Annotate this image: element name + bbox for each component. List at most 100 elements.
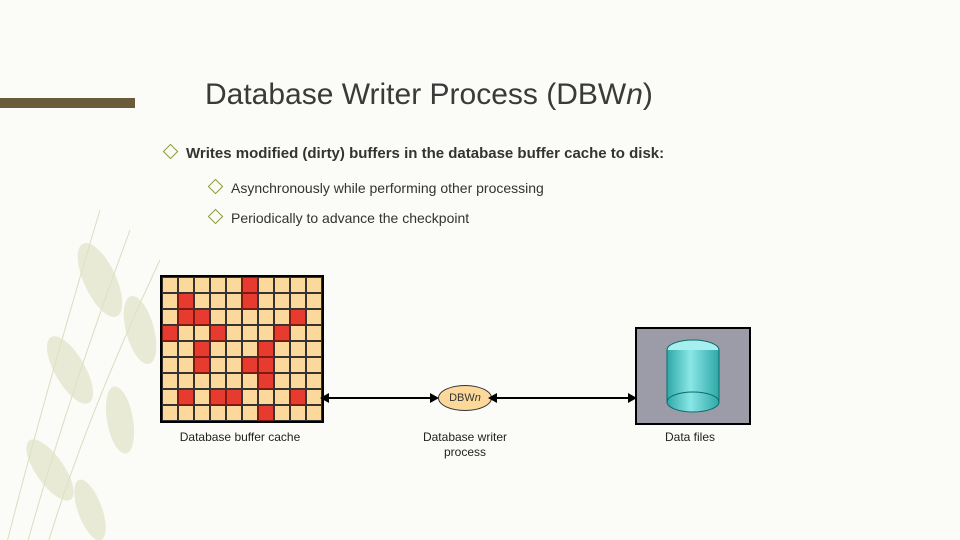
bullet-main: Writes modified (dirty) buffers in the d… — [165, 145, 865, 162]
buffer-cell — [274, 309, 290, 325]
buffer-cell — [162, 389, 178, 405]
buffer-cell — [290, 405, 306, 421]
buffer-cell — [306, 277, 322, 293]
arrow-cache-to-writer — [322, 397, 437, 399]
buffer-cell — [194, 405, 210, 421]
buffer-cell — [306, 405, 322, 421]
buffer-cell — [210, 373, 226, 389]
dirty-buffer-cell — [162, 325, 178, 341]
buffer-cell — [306, 373, 322, 389]
buffer-cell — [162, 373, 178, 389]
dbwn-n: n — [475, 392, 481, 404]
buffer-cell — [274, 341, 290, 357]
buffer-cache-grid — [160, 275, 324, 423]
buffer-cell — [242, 309, 258, 325]
dirty-buffer-cell — [290, 389, 306, 405]
buffer-cell — [162, 309, 178, 325]
buffer-cell — [194, 373, 210, 389]
disk-cylinder-icon — [663, 339, 723, 413]
buffer-cell — [226, 357, 242, 373]
dirty-buffer-cell — [258, 357, 274, 373]
dirty-buffer-cell — [290, 309, 306, 325]
buffer-cell — [210, 341, 226, 357]
bullet-sub-1: Asynchronously while performing other pr… — [210, 180, 865, 196]
buffer-cell — [274, 357, 290, 373]
buffer-cell — [178, 325, 194, 341]
buffer-cell — [274, 389, 290, 405]
dirty-buffer-cell — [194, 309, 210, 325]
bullet-list: Writes modified (dirty) buffers in the d… — [165, 145, 865, 240]
accent-bar — [0, 98, 135, 108]
buffer-cell — [226, 405, 242, 421]
label-writer-process: Database writer process — [410, 430, 520, 460]
buffer-cell — [226, 373, 242, 389]
dirty-buffer-cell — [178, 389, 194, 405]
dirty-buffer-cell — [258, 405, 274, 421]
dbwn-process-oval: DBWn — [438, 385, 492, 411]
buffer-cell — [178, 357, 194, 373]
buffer-cell — [306, 325, 322, 341]
buffer-cell — [290, 325, 306, 341]
buffer-cell — [210, 277, 226, 293]
dirty-buffer-cell — [258, 341, 274, 357]
buffer-cell — [306, 357, 322, 373]
dbwn-prefix: DBW — [449, 392, 475, 404]
buffer-cell — [194, 389, 210, 405]
label-data-files: Data files — [650, 430, 730, 445]
data-files-box — [635, 327, 751, 425]
diagram: DBWn Database buffer cache Database writ… — [160, 275, 860, 505]
buffer-cell — [242, 389, 258, 405]
dirty-buffer-cell — [242, 357, 258, 373]
buffer-cell — [274, 277, 290, 293]
buffer-cell — [258, 309, 274, 325]
buffer-cell — [242, 373, 258, 389]
label-buffer-cache: Database buffer cache — [175, 430, 305, 445]
bullet-sub-2: Periodically to advance the checkpoint — [210, 210, 865, 226]
buffer-cell — [194, 277, 210, 293]
buffer-cell — [162, 357, 178, 373]
dirty-buffer-cell — [242, 277, 258, 293]
buffer-cell — [274, 293, 290, 309]
buffer-cell — [178, 373, 194, 389]
buffer-cell — [210, 309, 226, 325]
dirty-buffer-cell — [258, 373, 274, 389]
buffer-cell — [194, 325, 210, 341]
diamond-icon — [208, 179, 224, 195]
buffer-cell — [162, 293, 178, 309]
diamond-icon — [163, 144, 179, 160]
buffer-cell — [306, 309, 322, 325]
dirty-buffer-cell — [242, 293, 258, 309]
bullet-main-text: Writes modified (dirty) buffers in the d… — [186, 145, 664, 162]
buffer-cell — [242, 325, 258, 341]
buffer-cell — [162, 405, 178, 421]
arrow-writer-to-disk — [490, 397, 635, 399]
dirty-buffer-cell — [178, 309, 194, 325]
buffer-cell — [226, 341, 242, 357]
slide-title: Database Writer Process (DBWn) — [205, 78, 653, 112]
buffer-cell — [258, 293, 274, 309]
buffer-cell — [290, 277, 306, 293]
dirty-buffer-cell — [210, 389, 226, 405]
buffer-cell — [290, 357, 306, 373]
buffer-cell — [178, 277, 194, 293]
buffer-cell — [162, 277, 178, 293]
buffer-cell — [290, 293, 306, 309]
dirty-buffer-cell — [178, 293, 194, 309]
buffer-cell — [258, 277, 274, 293]
dirty-buffer-cell — [226, 389, 242, 405]
buffer-cell — [306, 341, 322, 357]
dirty-buffer-cell — [194, 357, 210, 373]
buffer-cell — [210, 405, 226, 421]
dirty-buffer-cell — [274, 325, 290, 341]
buffer-cell — [210, 293, 226, 309]
dirty-buffer-cell — [194, 341, 210, 357]
dirty-buffer-cell — [210, 325, 226, 341]
bullet-sub1-text: Asynchronously while performing other pr… — [231, 180, 544, 196]
buffer-cell — [306, 293, 322, 309]
title-suffix: ) — [643, 78, 653, 111]
buffer-cell — [178, 405, 194, 421]
buffer-cell — [290, 373, 306, 389]
title-n: n — [626, 78, 643, 111]
buffer-cell — [258, 325, 274, 341]
buffer-cell — [290, 341, 306, 357]
